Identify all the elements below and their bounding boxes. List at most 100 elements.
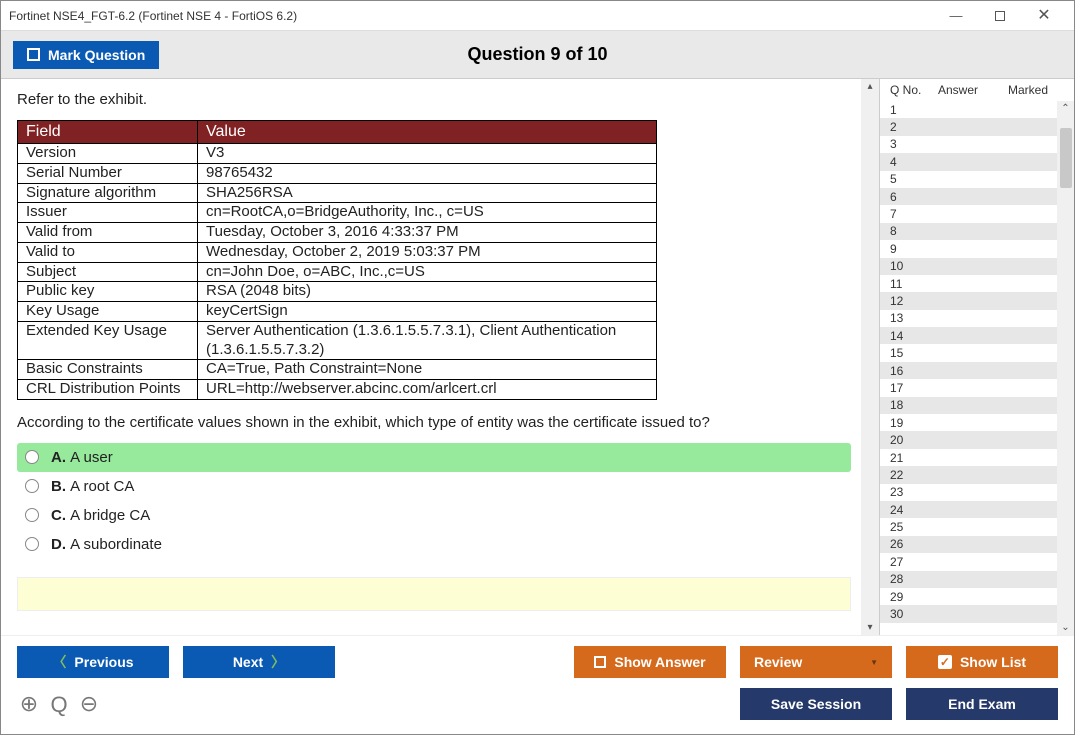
- zoom-reset-icon[interactable]: Q: [47, 692, 71, 718]
- cert-row: Serial Number98765432: [18, 163, 657, 183]
- chevron-left-icon: 〈: [52, 652, 66, 672]
- scroll-up-icon[interactable]: ▴: [867, 79, 872, 94]
- cert-field: Key Usage: [18, 302, 198, 322]
- triangle-down-icon: ▼: [870, 658, 878, 667]
- scroll-track[interactable]: [861, 94, 879, 620]
- question-list-row[interactable]: 7: [880, 205, 1057, 222]
- radio-icon: [25, 450, 39, 464]
- cert-field: Extended Key Usage: [18, 321, 198, 360]
- save-session-label: Save Session: [771, 696, 861, 712]
- question-list-row[interactable]: 19: [880, 414, 1057, 431]
- question-scrollbar[interactable]: ▴ ▾: [861, 79, 879, 635]
- close-button[interactable]: ✕: [1022, 2, 1066, 30]
- footer: 〈 Previous Next 〉 Show Answer Review ▼ ✓…: [1, 635, 1074, 734]
- question-list-row[interactable]: 2: [880, 118, 1057, 135]
- question-list-row[interactable]: 26: [880, 536, 1057, 553]
- cert-value: cn=John Doe, o=ABC, Inc.,c=US: [198, 262, 657, 282]
- question-list-row[interactable]: 12: [880, 292, 1057, 309]
- explanation-panel: [17, 577, 851, 611]
- question-list-row[interactable]: 20: [880, 431, 1057, 448]
- cert-value: Wednesday, October 2, 2019 5:03:37 PM: [198, 242, 657, 262]
- review-label: Review: [754, 654, 802, 670]
- scroll-thumb[interactable]: [1060, 128, 1072, 188]
- header-answer: Answer: [938, 83, 1008, 97]
- end-exam-button[interactable]: End Exam: [906, 688, 1058, 720]
- previous-button[interactable]: 〈 Previous: [17, 646, 169, 678]
- question-list-row[interactable]: 27: [880, 553, 1057, 570]
- checkbox-icon: [594, 656, 606, 668]
- question-list-row[interactable]: 28: [880, 571, 1057, 588]
- show-list-label: Show List: [960, 654, 1026, 670]
- question-list-row[interactable]: 4: [880, 153, 1057, 170]
- cert-row: Subjectcn=John Doe, o=ABC, Inc.,c=US: [18, 262, 657, 282]
- list-scrollbar[interactable]: ⌃ ⌄: [1057, 101, 1074, 635]
- answer-option[interactable]: D. A subordinate: [17, 530, 851, 559]
- scroll-up-icon[interactable]: ⌃: [1061, 101, 1069, 116]
- option-label: B. A root CA: [51, 478, 134, 495]
- question-list-row[interactable]: 10: [880, 258, 1057, 275]
- question-list-row[interactable]: 8: [880, 223, 1057, 240]
- answer-option[interactable]: B. A root CA: [17, 472, 851, 501]
- radio-icon: [25, 508, 39, 522]
- question-list-row[interactable]: 25: [880, 518, 1057, 535]
- cert-value: CA=True, Path Constraint=None: [198, 360, 657, 380]
- radio-icon: [25, 479, 39, 493]
- certificate-table: Field Value VersionV3Serial Number987654…: [17, 120, 657, 400]
- question-list-header: Q No. Answer Marked: [880, 79, 1074, 101]
- next-label: Next: [233, 654, 263, 670]
- cert-value: 98765432: [198, 163, 657, 183]
- cert-field: Issuer: [18, 203, 198, 223]
- maximize-button[interactable]: [978, 2, 1022, 30]
- cert-row: Key UsagekeyCertSign: [18, 302, 657, 322]
- mark-question-button[interactable]: Mark Question: [13, 41, 159, 69]
- cert-value: cn=RootCA,o=BridgeAuthority, Inc., c=US: [198, 203, 657, 223]
- cert-header-field: Field: [18, 121, 198, 144]
- cert-field: Subject: [18, 262, 198, 282]
- next-button[interactable]: Next 〉: [183, 646, 335, 678]
- question-list-row[interactable]: 1: [880, 101, 1057, 118]
- header-marked: Marked: [1008, 83, 1068, 97]
- review-button[interactable]: Review ▼: [740, 646, 892, 678]
- cert-field: Version: [18, 144, 198, 164]
- question-list-row[interactable]: 18: [880, 397, 1057, 414]
- question-content: Refer to the exhibit. Field Value Versio…: [17, 91, 879, 623]
- question-list-row[interactable]: 15: [880, 344, 1057, 361]
- scroll-down-icon[interactable]: ⌄: [1061, 620, 1069, 635]
- question-list-wrap: 1234567891011121314151617181920212223242…: [880, 101, 1074, 635]
- question-list-row[interactable]: 5: [880, 171, 1057, 188]
- minimize-button[interactable]: —: [934, 2, 978, 30]
- question-list-row[interactable]: 9: [880, 240, 1057, 257]
- question-list-row[interactable]: 24: [880, 501, 1057, 518]
- question-list-row[interactable]: 29: [880, 588, 1057, 605]
- zoom-out-icon[interactable]: ⊖: [77, 691, 101, 717]
- show-answer-button[interactable]: Show Answer: [574, 646, 726, 678]
- question-list-row[interactable]: 3: [880, 136, 1057, 153]
- zoom-in-icon[interactable]: ⊕: [17, 691, 41, 717]
- question-list-row[interactable]: 21: [880, 449, 1057, 466]
- question-list-row[interactable]: 30: [880, 605, 1057, 622]
- question-list-row[interactable]: 16: [880, 362, 1057, 379]
- save-session-button[interactable]: Save Session: [740, 688, 892, 720]
- question-list-row[interactable]: 6: [880, 188, 1057, 205]
- answer-option[interactable]: A. A user: [17, 443, 851, 472]
- cert-row: Valid toWednesday, October 2, 2019 5:03:…: [18, 242, 657, 262]
- cert-row: VersionV3: [18, 144, 657, 164]
- question-list-row[interactable]: 11: [880, 275, 1057, 292]
- cert-value: RSA (2048 bits): [198, 282, 657, 302]
- question-list-row[interactable]: 13: [880, 310, 1057, 327]
- question-counter: Question 9 of 10: [467, 44, 607, 65]
- question-list-row[interactable]: 17: [880, 379, 1057, 396]
- answer-option[interactable]: C. A bridge CA: [17, 501, 851, 530]
- question-list-row[interactable]: 14: [880, 327, 1057, 344]
- question-list-panel: Q No. Answer Marked 12345678910111213141…: [879, 79, 1074, 635]
- question-list-row[interactable]: 22: [880, 466, 1057, 483]
- cert-row: Public keyRSA (2048 bits): [18, 282, 657, 302]
- cert-value: Tuesday, October 3, 2016 4:33:37 PM: [198, 223, 657, 243]
- scroll-down-icon[interactable]: ▾: [867, 620, 872, 635]
- cert-value: SHA256RSA: [198, 183, 657, 203]
- question-list-row[interactable]: 23: [880, 484, 1057, 501]
- cert-field: Valid from: [18, 223, 198, 243]
- cert-field: Signature algorithm: [18, 183, 198, 203]
- cert-value: keyCertSign: [198, 302, 657, 322]
- show-list-button[interactable]: ✓ Show List: [906, 646, 1058, 678]
